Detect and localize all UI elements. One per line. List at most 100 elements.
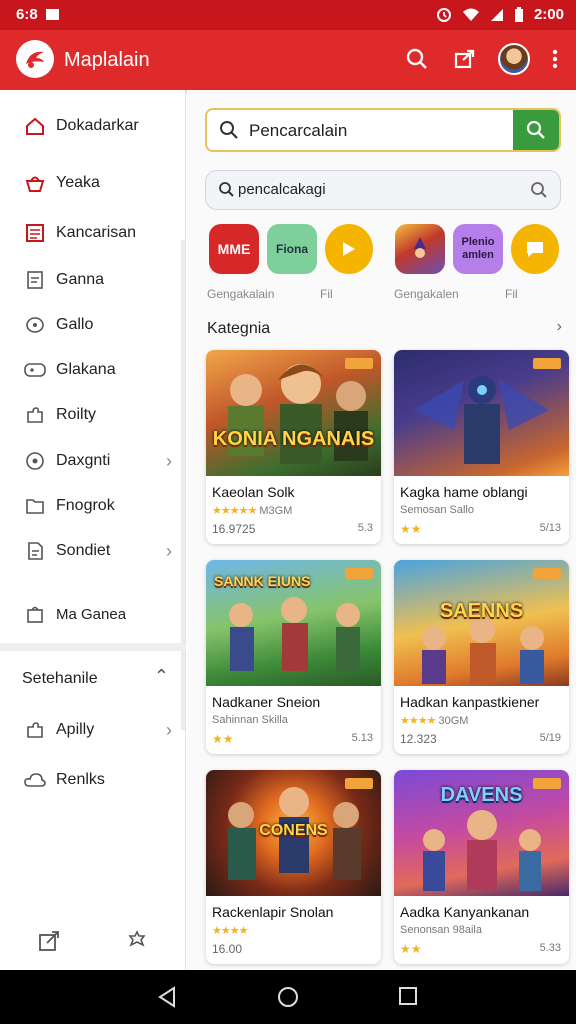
drawer-item-gallo[interactable]: Gallo <box>0 305 186 345</box>
search-input[interactable]: Pencarcalain <box>249 121 347 141</box>
game-meta-right: 5/19 <box>539 732 561 744</box>
bag-icon <box>24 603 46 625</box>
game-card[interactable]: DAVENS Aadka Kanyankanan Senonsan 98aila… <box>394 770 569 964</box>
game-meta-right: 5.3 <box>357 522 373 534</box>
side-drawer: Dokadarkar Yeaka Kancarisan Ganna Gallo … <box>0 90 186 970</box>
drawer-item-daxgnti[interactable]: Daxgnti › <box>0 441 186 481</box>
game-meta-right: 5/13 <box>539 522 561 534</box>
chip-fiona[interactable]: Fiona <box>267 224 317 274</box>
signal-icon <box>490 8 503 21</box>
game-art-image <box>394 350 569 476</box>
game-title: Rackenlapir Snolan <box>212 904 334 920</box>
search-icon <box>219 182 234 197</box>
search-bar-secondary[interactable]: pencalcakagi <box>205 170 561 210</box>
chevron-up-icon[interactable]: ⌃ <box>154 666 169 687</box>
drawer-item-label: Glakana <box>56 361 116 378</box>
drawer-item-label: Apilly <box>56 721 95 738</box>
basket-icon <box>24 172 46 194</box>
game-art-title: SAENNS <box>439 600 524 622</box>
search-button[interactable] <box>513 110 559 150</box>
character-illustration <box>422 617 544 684</box>
drawer-item-renlks[interactable]: Renlks <box>0 760 186 800</box>
chevron-right-icon: › <box>166 450 172 471</box>
rating-stars: ★★★★ <box>212 925 248 937</box>
drawer-item-dokadarkar[interactable]: Dokadarkar <box>0 106 186 146</box>
chip-wizard[interactable] <box>395 224 445 274</box>
status-right: 2:00 <box>436 6 564 23</box>
character-illustration <box>414 376 549 464</box>
game-card[interactable]: KONIA NGANAIS Kaeolan Solk ★★★★★ M3GM 16… <box>206 350 381 544</box>
game-art-title: CONENS <box>259 822 328 839</box>
back-icon[interactable] <box>156 986 178 1008</box>
home-button-icon[interactable] <box>277 986 299 1008</box>
status-left: 6:8 <box>16 6 59 23</box>
recents-icon[interactable] <box>398 986 418 1006</box>
chip-caption: Gengakalain <box>207 287 275 301</box>
note-icon <box>24 269 46 291</box>
drawer-section-title[interactable]: Setehanile <box>22 670 98 688</box>
search-bar-primary[interactable]: Pencarcalain <box>205 108 561 152</box>
rating-text: Sahinnan Skilla <box>212 714 288 726</box>
secondary-search-input[interactable]: pencalcakagi <box>238 181 326 198</box>
drawer-item-fnogrok[interactable]: Fnogrok <box>0 486 186 526</box>
chip-caption: Gengakalen <box>394 287 459 301</box>
drawer-item-label: Kancarisan <box>56 224 137 241</box>
game-rating: Senonsan 98aila <box>400 924 482 936</box>
chip-mme[interactable]: MME <box>209 224 259 274</box>
drawer-item-sondiet[interactable]: Sondiet › <box>0 531 186 571</box>
game-meta: ★★ <box>400 522 422 536</box>
drawer-item-apilly[interactable]: Apilly › <box>0 710 186 750</box>
drawer-item-label: Ganna <box>56 271 105 288</box>
settings-icon[interactable] <box>126 930 148 952</box>
game-rating: Sahinnan Skilla <box>212 714 288 726</box>
chip-label: Plenio amlen <box>461 236 495 261</box>
chip-label: MME <box>217 240 251 257</box>
gamepad-icon <box>24 359 46 381</box>
external-link-icon[interactable] <box>38 930 60 952</box>
game-title: Kagka hame oblangi <box>400 484 528 500</box>
drawer-item-yeaka[interactable]: Yeaka <box>0 163 186 203</box>
game-art-title: KONIA NGANAIS <box>212 428 375 450</box>
alarm-icon <box>436 7 451 22</box>
game-meta-right: 5.33 <box>539 942 561 954</box>
character-illustration <box>228 364 368 464</box>
game-title: Kaeolan Solk <box>212 484 295 500</box>
drawer-item-glakana[interactable]: Glakana <box>0 350 186 390</box>
chip-caption: Fil <box>505 287 518 301</box>
drawer-item-kancarisan[interactable]: Kancarisan <box>0 213 186 253</box>
chevron-right-icon[interactable]: › <box>557 318 562 336</box>
chip-plenio[interactable]: Plenio amlen <box>453 224 503 274</box>
chip-chat[interactable] <box>511 224 559 274</box>
game-meta-right: 5.13 <box>351 732 373 744</box>
share-icon[interactable] <box>450 42 480 76</box>
drawer-item-ma-ganea[interactable]: Ma Ganea <box>0 594 186 634</box>
game-art-image: DAVENS <box>394 770 569 896</box>
rating-stars: ★★ <box>212 732 234 746</box>
rating-stars: ★★★★★ <box>212 505 257 517</box>
game-card[interactable]: CONENS Rackenlapir Snolan ★★★★ 16.00 <box>206 770 381 964</box>
drawer-item-label: Roilty <box>56 406 97 423</box>
search-icon[interactable] <box>530 181 548 199</box>
status-left-text: 6:8 <box>16 6 38 23</box>
wifi-icon <box>462 8 479 21</box>
game-card[interactable]: Kagka hame oblangi Semosan Sallo ★★ 5/13 <box>394 350 569 544</box>
game-meta: 16.9725 <box>212 522 256 536</box>
game-art-title: SANNK EIUNS <box>214 573 311 589</box>
chip-play[interactable] <box>325 224 373 274</box>
app-logo-icon[interactable] <box>16 40 54 78</box>
search-icon[interactable] <box>402 42 432 76</box>
more-vert-icon[interactable] <box>548 42 562 76</box>
drawer-item-roilty[interactable]: Roilty <box>0 395 186 435</box>
game-card[interactable]: SAENNS Hadkan kanpastkiener ★★★★ 30GM 12… <box>394 560 569 754</box>
wizard-icon <box>414 237 426 258</box>
drawer-item-label: Yeaka <box>56 174 100 191</box>
avatar[interactable] <box>498 43 530 75</box>
rating-text: M3GM <box>259 505 293 517</box>
drawer-divider <box>0 643 186 651</box>
game-rating: ★★★★ <box>212 924 248 937</box>
app-bar: Maplalain <box>0 30 576 90</box>
drawer-item-ganna[interactable]: Ganna <box>0 260 186 300</box>
game-art-image: SAENNS <box>394 560 569 686</box>
game-card[interactable]: SANNK EIUNS Nadkaner Sneion Sahinnan Ski… <box>206 560 381 754</box>
drawer-item-label: Daxgnti <box>56 452 111 469</box>
